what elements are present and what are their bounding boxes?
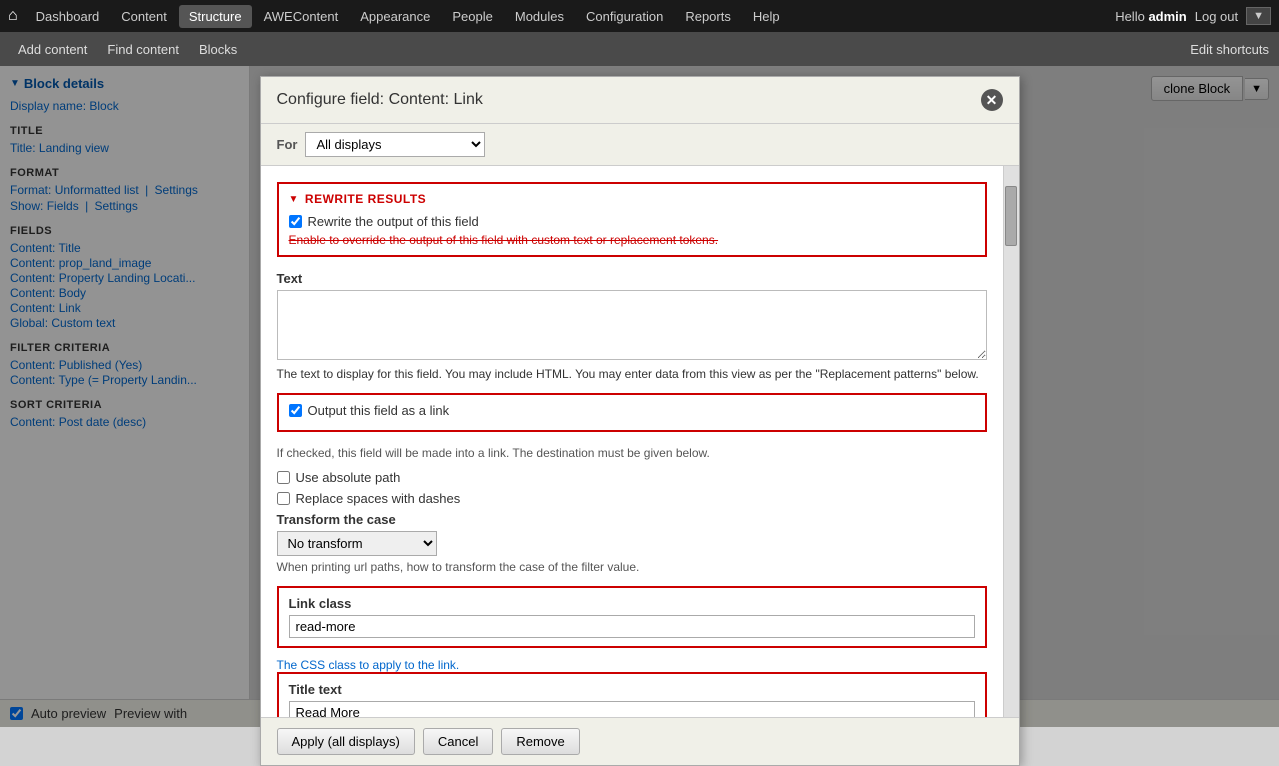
logout-link[interactable]: Log out <box>1195 9 1238 24</box>
transform-case-select[interactable]: No transform Upper case Lower case <box>277 531 437 556</box>
nav-modules[interactable]: Modules <box>505 5 574 28</box>
top-navigation: ⌂ Dashboard Content Structure AWEContent… <box>0 0 1279 32</box>
nav-people[interactable]: People <box>442 5 502 28</box>
main-layout: ▼ Block details Display name: Block Titl… <box>0 66 1279 727</box>
output-link-checkbox[interactable] <box>289 404 302 417</box>
modal-header: Configure field: Content: Link ✕ <box>261 77 1019 124</box>
output-link-description: If checked, this field will be made into… <box>277 446 987 460</box>
rewrite-triangle-icon[interactable]: ▼ <box>289 194 299 205</box>
sec-nav-blocks[interactable]: Blocks <box>191 38 245 61</box>
link-class-label: Link class <box>289 596 975 611</box>
rewrite-results-label: Rewrite Results <box>305 192 426 206</box>
nav-content[interactable]: Content <box>111 5 177 28</box>
secondary-navigation: Add content Find content Blocks Edit sho… <box>0 32 1279 66</box>
nav-dashboard[interactable]: Dashboard <box>26 5 110 28</box>
text-field-label: Text <box>277 271 987 286</box>
link-class-section: Link class <box>277 586 987 648</box>
link-class-input[interactable] <box>289 615 975 638</box>
rewrite-results-section: ▼ Rewrite Results Rewrite the output of … <box>277 182 987 257</box>
absolute-path-row: Use absolute path <box>277 470 987 485</box>
cancel-button[interactable]: Cancel <box>423 728 493 755</box>
nav-appearance[interactable]: Appearance <box>350 5 440 28</box>
transform-case-section: Transform the case No transform Upper ca… <box>277 512 987 574</box>
sec-nav-add-content[interactable]: Add content <box>10 38 95 61</box>
modal-scrollbar[interactable] <box>1003 166 1019 717</box>
apply-button[interactable]: Apply (all displays) <box>277 728 415 755</box>
hello-text: Hello admin <box>1115 9 1187 24</box>
nav-awecontent[interactable]: AWEContent <box>254 5 349 28</box>
css-class-description: The CSS class to apply to the link. <box>277 658 987 672</box>
nav-help[interactable]: Help <box>743 5 790 28</box>
replace-spaces-label: Replace spaces with dashes <box>296 491 461 506</box>
rewrite-output-checkbox[interactable] <box>289 215 302 228</box>
replace-spaces-row: Replace spaces with dashes <box>277 491 987 506</box>
modal-title: Configure field: Content: Link <box>277 91 483 109</box>
remove-button[interactable]: Remove <box>501 728 579 755</box>
output-link-checkbox-row: Output this field as a link <box>289 403 975 418</box>
absolute-path-checkbox[interactable] <box>277 471 290 484</box>
title-text-section: Title text <box>277 672 987 717</box>
rewrite-results-header: ▼ Rewrite Results <box>289 192 975 206</box>
modal-footer: Apply (all displays) Cancel Remove <box>261 717 1019 765</box>
text-field-textarea[interactable] <box>277 290 987 360</box>
scrollbar-thumb[interactable] <box>1005 186 1017 246</box>
nav-structure[interactable]: Structure <box>179 5 252 28</box>
modal-close-button[interactable]: ✕ <box>981 89 1003 111</box>
modal-content-area: ▼ Rewrite Results Rewrite the output of … <box>261 166 1003 717</box>
sec-nav-find-content[interactable]: Find content <box>99 38 187 61</box>
home-icon[interactable]: ⌂ <box>8 7 18 25</box>
rewrite-strikethrough-description: Enable to override the output of this fi… <box>289 233 975 247</box>
absolute-path-label: Use absolute path <box>296 470 401 485</box>
modal-overlay: Configure field: Content: Link ✕ For All… <box>0 66 1279 727</box>
output-link-label: Output this field as a link <box>308 403 450 418</box>
rewrite-output-checkbox-row: Rewrite the output of this field <box>289 214 975 229</box>
transform-case-description: When printing url paths, how to transfor… <box>277 560 987 574</box>
for-label: For <box>277 137 298 152</box>
text-field-description: The text to display for this field. You … <box>277 367 987 381</box>
title-text-label: Title text <box>289 682 975 697</box>
modal-for-row: For All displays Block <box>261 124 1019 166</box>
nav-dropdown-button[interactable]: ▼ <box>1246 7 1271 25</box>
output-field-section: Output this field as a link <box>277 393 987 432</box>
nav-reports[interactable]: Reports <box>675 5 741 28</box>
for-select[interactable]: All displays Block <box>305 132 485 157</box>
nav-right-area: Hello admin Log out ▼ <box>1115 7 1271 25</box>
nav-configuration[interactable]: Configuration <box>576 5 673 28</box>
replace-spaces-checkbox[interactable] <box>277 492 290 505</box>
configure-field-modal: Configure field: Content: Link ✕ For All… <box>260 76 1020 766</box>
transform-case-label: Transform the case <box>277 512 987 527</box>
edit-shortcuts-link[interactable]: Edit shortcuts <box>1190 42 1269 57</box>
modal-body: ▼ Rewrite Results Rewrite the output of … <box>261 166 1019 717</box>
title-text-input[interactable] <box>289 701 975 717</box>
rewrite-output-label: Rewrite the output of this field <box>308 214 479 229</box>
